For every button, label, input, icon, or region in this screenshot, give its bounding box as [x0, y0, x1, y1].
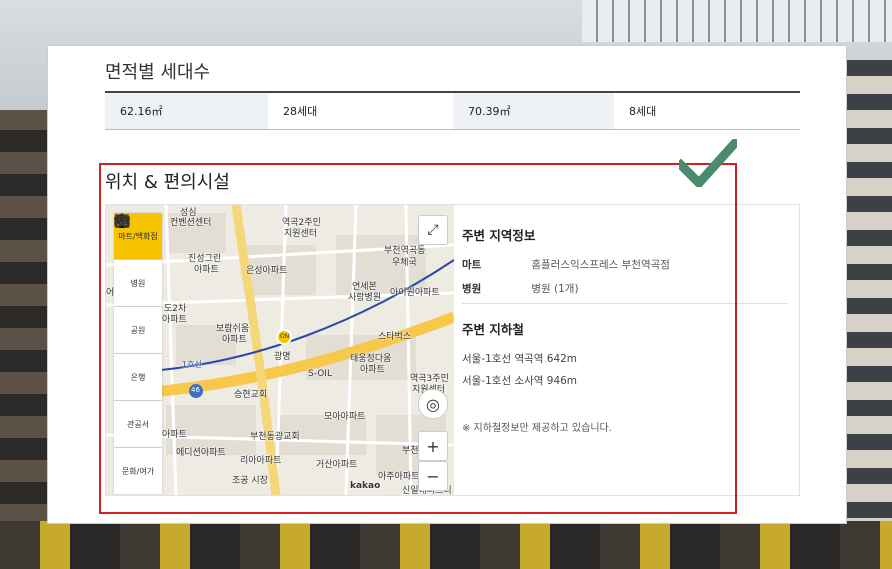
- area-cell: 70.39㎡: [453, 93, 614, 129]
- content-card: 면적별 세대수 62.16㎡ 28세대 70.39㎡ 8세대 위치 & 편의시설: [47, 45, 847, 524]
- building-right: [840, 60, 892, 569]
- area-cell: 62.16㎡: [105, 93, 268, 129]
- highlight-box: [99, 163, 737, 514]
- count-cell: 28세대: [283, 105, 318, 118]
- area-table: 62.16㎡ 28세대 70.39㎡ 8세대: [105, 91, 800, 130]
- building-bottom: [0, 521, 892, 569]
- checkmark-icon: [679, 139, 737, 187]
- count-cell: 8세대: [629, 105, 657, 118]
- building-top: [582, 0, 892, 42]
- area-section-title: 면적별 세대수: [105, 62, 211, 83]
